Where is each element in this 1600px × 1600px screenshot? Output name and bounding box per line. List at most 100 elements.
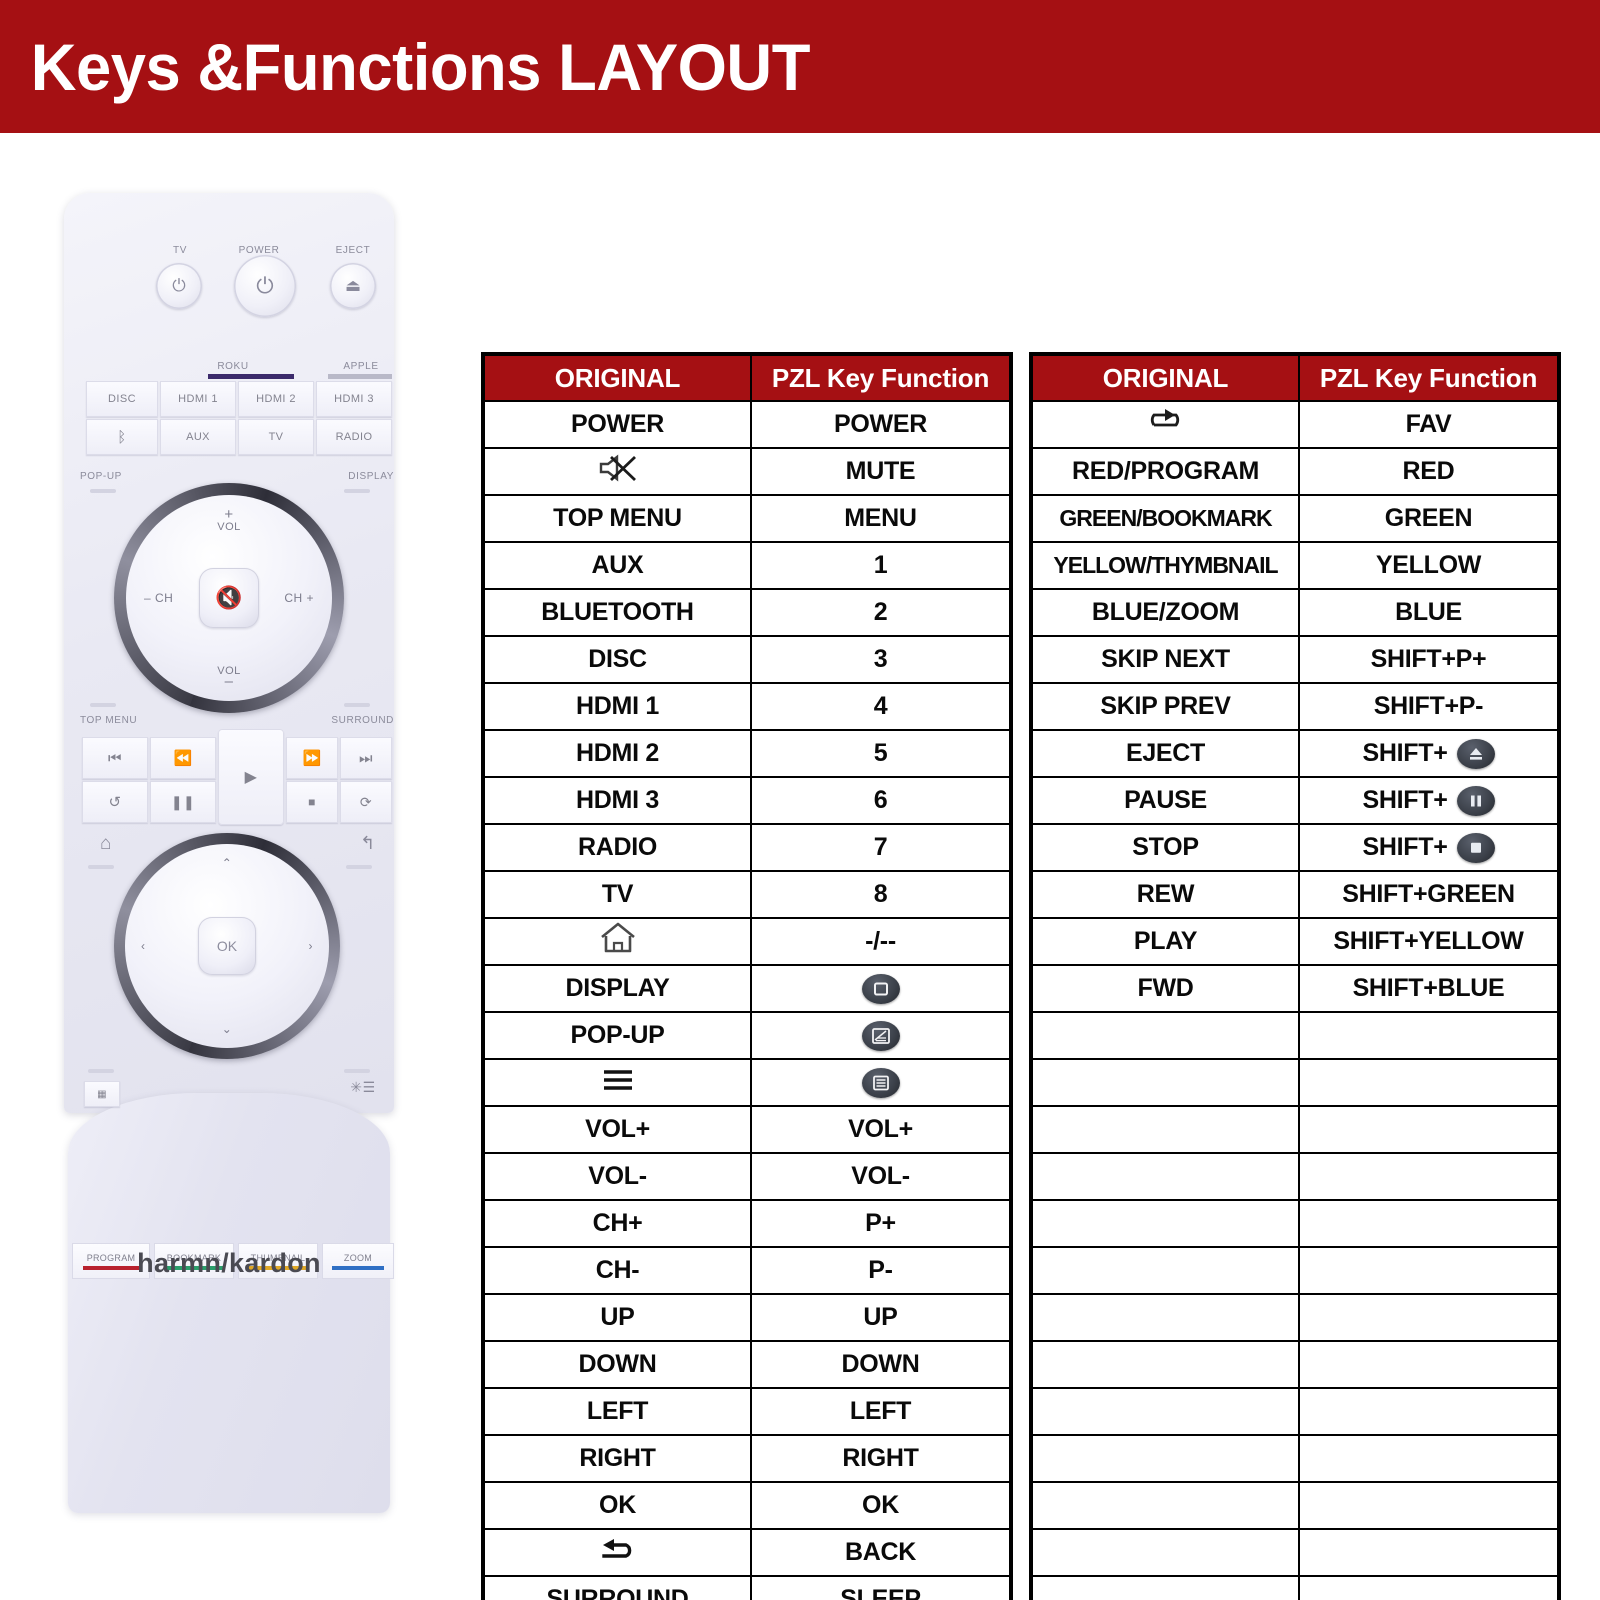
home-icon [599,921,637,962]
remote-eject-button[interactable]: ⏏ [330,263,376,309]
remote-key-hdmi1[interactable]: HDMI 1 [160,381,236,417]
remote-key-disc[interactable]: DISC [86,381,158,417]
table-right-body: FAV RED/PROGRAM RED GREEN/BOOKMARK GREEN YELL… [1030,400,1560,1600]
cell-pzl-function: 2 [750,588,1012,637]
remote-key-hdmi3-label: HDMI 3 [334,393,374,405]
cell-original [1030,1340,1300,1389]
cell-original: SKIP PREV [1030,682,1300,731]
repeat-icon-button[interactable]: ⟳ [340,781,392,823]
remote-key-radio-label: RADIO [335,431,373,443]
cell-pzl-text: SHIFT+ [1362,786,1448,814]
table-row: GREEN/BOOKMARK GREEN [1030,494,1560,543]
home-icon[interactable]: ⌂ [86,833,126,855]
dpad-down-icon[interactable]: ⌄ [222,1022,233,1036]
cell-pzl-text: SHIFT+ [1362,739,1448,767]
cell-pzl-function: DOWN [750,1340,1012,1389]
cell-pzl-function: 6 [750,776,1012,825]
replay-icon-button[interactable]: ↺ [82,781,148,823]
table-row [1030,1246,1560,1295]
stop-icon-button[interactable]: ■ [286,781,338,823]
table-row: BLUE/ZOOM BLUE [1030,588,1560,637]
stop-icon [1456,832,1495,863]
fast-forward-icon-button[interactable]: ⏩ [286,737,338,779]
cell-pzl-function: SHIFT+P+ [1298,635,1560,684]
cell-pzl-function [1298,1481,1560,1530]
page-content: TV POWER EJECT ⏻ ⏻ ⏏ ROKU APPLE DISC HDM… [0,133,1600,1600]
table-row [1030,1152,1560,1201]
cell-pzl-function: SHIFT+ [1298,729,1560,778]
remote-volume-wheel[interactable]: + VOL VOL – – CH CH + 🔇 [114,483,344,713]
remote-surround-key[interactable] [344,703,370,707]
remote-key-hdmi3[interactable]: HDMI 3 [316,381,392,417]
remote-dpad-inner[interactable]: ⌃ ⌄ ‹ › OK [125,844,329,1048]
remote-settings-key-dash[interactable] [344,1069,370,1073]
cell-original: EJECT [1030,729,1300,778]
cell-pzl-function: VOL+ [750,1105,1012,1154]
remote-key-tv[interactable]: TV [238,419,314,455]
cell-pzl-function [1298,1246,1560,1295]
remote-home-key[interactable] [88,865,114,869]
remote-dpad-wheel[interactable]: ⌃ ⌄ ‹ › OK [114,833,340,1059]
cell-pzl-function: FAV [1298,400,1560,449]
remote-key-bluetooth[interactable]: ᛒ [86,419,158,455]
remote-ch-down-label: – CH [144,591,174,605]
table-row [1030,1105,1560,1154]
dpad-left-icon[interactable]: ‹ [141,939,146,953]
cell-original [482,917,752,966]
cell-original: SURROUND [482,1575,752,1600]
play-icon-button[interactable]: ▶ [218,729,284,825]
cell-original: STOP [1030,823,1300,872]
cell-original: VOL+ [482,1105,752,1154]
cell-original: HDMI 2 [482,729,752,778]
remote-eject-label: EJECT [335,245,371,256]
cell-original [1030,1481,1300,1530]
remote-power-button[interactable]: ⏻ [234,255,296,317]
table-row [1030,1293,1560,1342]
remote-mute-button[interactable]: 🔇 [199,568,259,628]
pause-icon-button[interactable]: ❚❚ [150,781,216,823]
remote-top-menu-key[interactable] [90,703,116,707]
skip-prev-icon-button[interactable]: ⏮ [82,737,148,779]
brightness-icon[interactable]: ✳☰ [340,1079,386,1096]
cell-pzl-function: 3 [750,635,1012,684]
remote-keypad-key-dash[interactable] [88,1069,114,1073]
column-header-original: ORIGINAL [1030,353,1300,402]
cell-original: FWD [1030,964,1300,1013]
table-row [1030,1058,1560,1107]
remote-tv-power-button[interactable]: ⏻ [156,263,202,309]
table-row: EJECT SHIFT+ [1030,729,1560,778]
cell-original: HDMI 3 [482,776,752,825]
remote-back-key[interactable] [346,865,372,869]
column-header-original: ORIGINAL [482,353,752,402]
cell-original: RED/PROGRAM [1030,447,1300,496]
table-row: TV 8 [482,870,1012,919]
remote-key-hdmi2[interactable]: HDMI 2 [238,381,314,417]
cell-pzl-function: YELLOW [1298,541,1560,590]
dpad-right-icon[interactable]: › [309,939,314,953]
back-arrow-icon[interactable]: ↰ [348,833,388,854]
keypad-icon-button[interactable]: ▦ [84,1081,120,1107]
remote-key-hdmi1-label: HDMI 1 [178,393,218,405]
remote-volume-wheel-inner[interactable]: + VOL VOL – – CH CH + 🔇 [126,495,332,701]
cell-pzl-function: SHIFT+GREEN [1298,870,1560,919]
table-header-row: ORIGINAL PZL Key Function [482,353,1012,402]
cell-pzl-function: OK [750,1481,1012,1530]
cell-original [1030,400,1300,449]
cell-original: REW [1030,870,1300,919]
cell-original [1030,1011,1300,1060]
remote-popup-key[interactable] [90,489,116,493]
remote-key-radio[interactable]: RADIO [316,419,392,455]
remote-key-aux[interactable]: AUX [160,419,236,455]
remote-control-illustration: TV POWER EJECT ⏻ ⏻ ⏏ ROKU APPLE DISC HDM… [58,193,403,1553]
remote-ok-button[interactable]: OK [198,917,256,975]
cell-original [1030,1387,1300,1436]
dpad-up-icon[interactable]: ⌃ [222,856,233,870]
cell-pzl-function: RED [1298,447,1560,496]
table-row [1030,1011,1560,1060]
remote-display-key[interactable] [344,489,370,493]
cell-pzl-function: GREEN [1298,494,1560,543]
table-row: VOL- VOL- [482,1152,1012,1201]
eject-icon [1456,738,1495,769]
rewind-icon-button[interactable]: ⏪ [150,737,216,779]
skip-next-icon-button[interactable]: ⏭ [340,737,392,779]
